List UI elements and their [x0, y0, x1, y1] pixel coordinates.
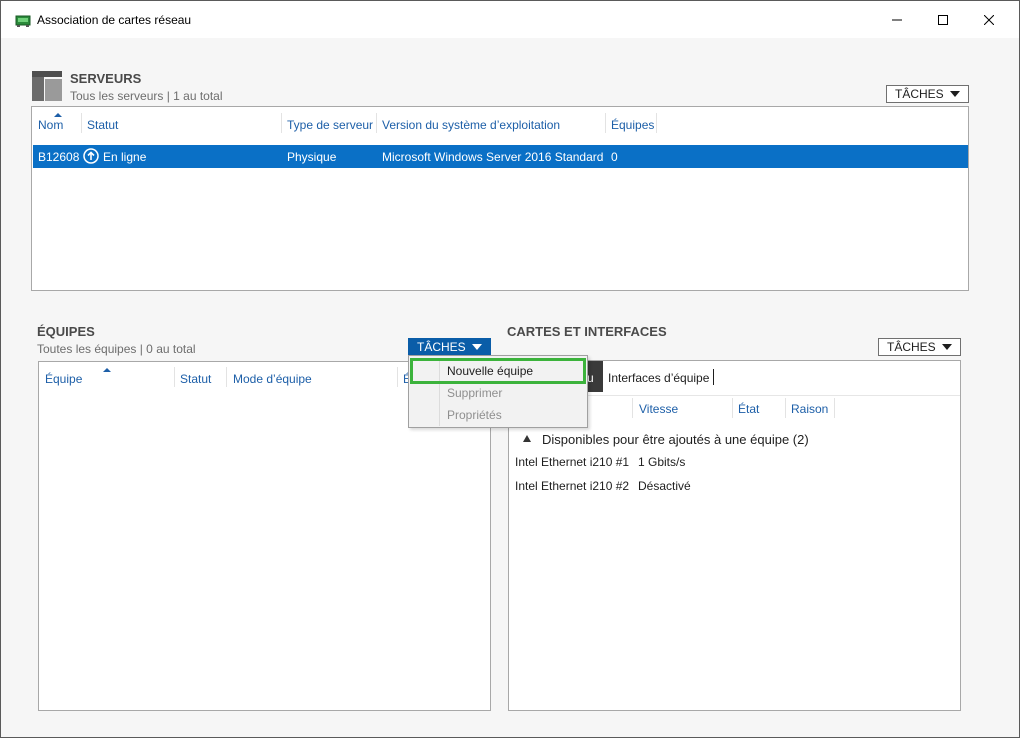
- server-name-cell: B12608: [38, 150, 80, 164]
- menu-item-properties[interactable]: Propriétés: [447, 408, 502, 422]
- minimize-button[interactable]: [874, 1, 920, 38]
- highlight-box: [410, 358, 586, 384]
- column-header-state[interactable]: État: [738, 402, 759, 416]
- column-header-status[interactable]: Statut: [87, 118, 118, 132]
- column-separator: [281, 113, 282, 133]
- column-separator: [174, 367, 175, 387]
- column-header-team-mode[interactable]: Mode d’équipe: [233, 372, 312, 386]
- expand-collapse-icon[interactable]: [523, 435, 531, 442]
- column-separator: [656, 113, 657, 133]
- column-separator: [81, 113, 82, 133]
- arrow-up-circle-icon: [83, 148, 99, 164]
- tab-team-interfaces[interactable]: Interfaces d’équipe: [608, 371, 709, 385]
- cards-tasks-button[interactable]: TÂCHES: [878, 338, 961, 356]
- tab-divider: [713, 369, 714, 385]
- adapter-speed: 1 Gbits/s: [638, 455, 686, 469]
- network-adapter-icon: [15, 14, 31, 28]
- column-separator: [376, 113, 377, 133]
- sort-ascending-icon: [54, 113, 62, 117]
- column-separator: [632, 398, 633, 418]
- chevron-down-icon: [950, 91, 960, 97]
- column-header-server-type[interactable]: Type de serveur: [287, 118, 373, 132]
- column-header-teams[interactable]: Équipes: [611, 118, 654, 132]
- column-header-speed[interactable]: Vitesse: [639, 402, 678, 416]
- cards-title: CARTES ET INTERFACES: [507, 324, 667, 339]
- close-icon: [984, 14, 994, 25]
- column-header-team-status[interactable]: Statut: [180, 372, 211, 386]
- list-item[interactable]: Intel Ethernet i210 #2 Désactivé: [513, 476, 953, 498]
- teams-subtitle: Toutes les équipes | 0 au total: [37, 342, 196, 356]
- column-header-reason[interactable]: Raison: [791, 402, 828, 416]
- column-separator: [397, 367, 398, 387]
- teams-title: ÉQUIPES: [37, 324, 95, 339]
- server-teams-cell: 0: [611, 150, 618, 164]
- column-separator: [732, 398, 733, 418]
- column-header-name[interactable]: Nom: [38, 118, 63, 132]
- column-header-os-version[interactable]: Version du système d’exploitation: [382, 118, 560, 132]
- servers-subtitle: Tous les serveurs | 1 au total: [70, 89, 223, 103]
- tab-network-adapters-label: u: [587, 371, 594, 385]
- nic-teaming-window: Association de cartes réseau SERVEURS To…: [0, 0, 1020, 738]
- list-item[interactable]: Intel Ethernet i210 #1 1 Gbits/s: [513, 452, 953, 474]
- teams-tasks-button[interactable]: TÂCHES: [408, 338, 491, 356]
- server-status-cell: En ligne: [103, 150, 147, 164]
- maximize-icon: [938, 14, 948, 25]
- teams-tasks-label: TÂCHES: [417, 340, 466, 354]
- table-row[interactable]: B12608 En ligne Physique Microsoft Windo…: [33, 145, 968, 168]
- column-separator: [605, 113, 606, 133]
- column-separator: [785, 398, 786, 418]
- server-icon: [32, 71, 62, 101]
- sort-ascending-icon: [103, 368, 111, 372]
- servers-tasks-button[interactable]: TÂCHES: [886, 85, 969, 103]
- server-type-cell: Physique: [287, 150, 337, 164]
- column-separator: [226, 367, 227, 387]
- adapter-speed: Désactivé: [638, 479, 691, 493]
- servers-title: SERVEURS: [70, 71, 142, 86]
- adapter-name: Intel Ethernet i210 #1: [515, 455, 630, 469]
- teams-tasks-menu: Nouvelle équipe Supprimer Propriétés: [408, 355, 588, 428]
- close-button[interactable]: [966, 1, 1012, 38]
- server-os-cell: Microsoft Windows Server 2016 Standard: [382, 150, 604, 164]
- column-separator: [834, 398, 835, 418]
- title-bar: Association de cartes réseau: [1, 1, 1019, 38]
- servers-table: Nom Statut Type de serveur Version du sy…: [31, 106, 969, 291]
- minimize-icon: [892, 19, 902, 20]
- chevron-down-icon: [472, 344, 482, 350]
- servers-tasks-label: TÂCHES: [895, 87, 944, 101]
- adapter-name: Intel Ethernet i210 #2: [515, 479, 630, 493]
- chevron-down-icon: [942, 344, 952, 350]
- menu-item-delete[interactable]: Supprimer: [447, 386, 502, 400]
- cards-tasks-label: TÂCHES: [887, 340, 936, 354]
- adapter-group-header: Disponibles pour être ajoutés à une équi…: [542, 432, 809, 447]
- window-title: Association de cartes réseau: [37, 13, 192, 27]
- maximize-button[interactable]: [920, 1, 966, 38]
- column-header-team[interactable]: Équipe: [45, 372, 82, 386]
